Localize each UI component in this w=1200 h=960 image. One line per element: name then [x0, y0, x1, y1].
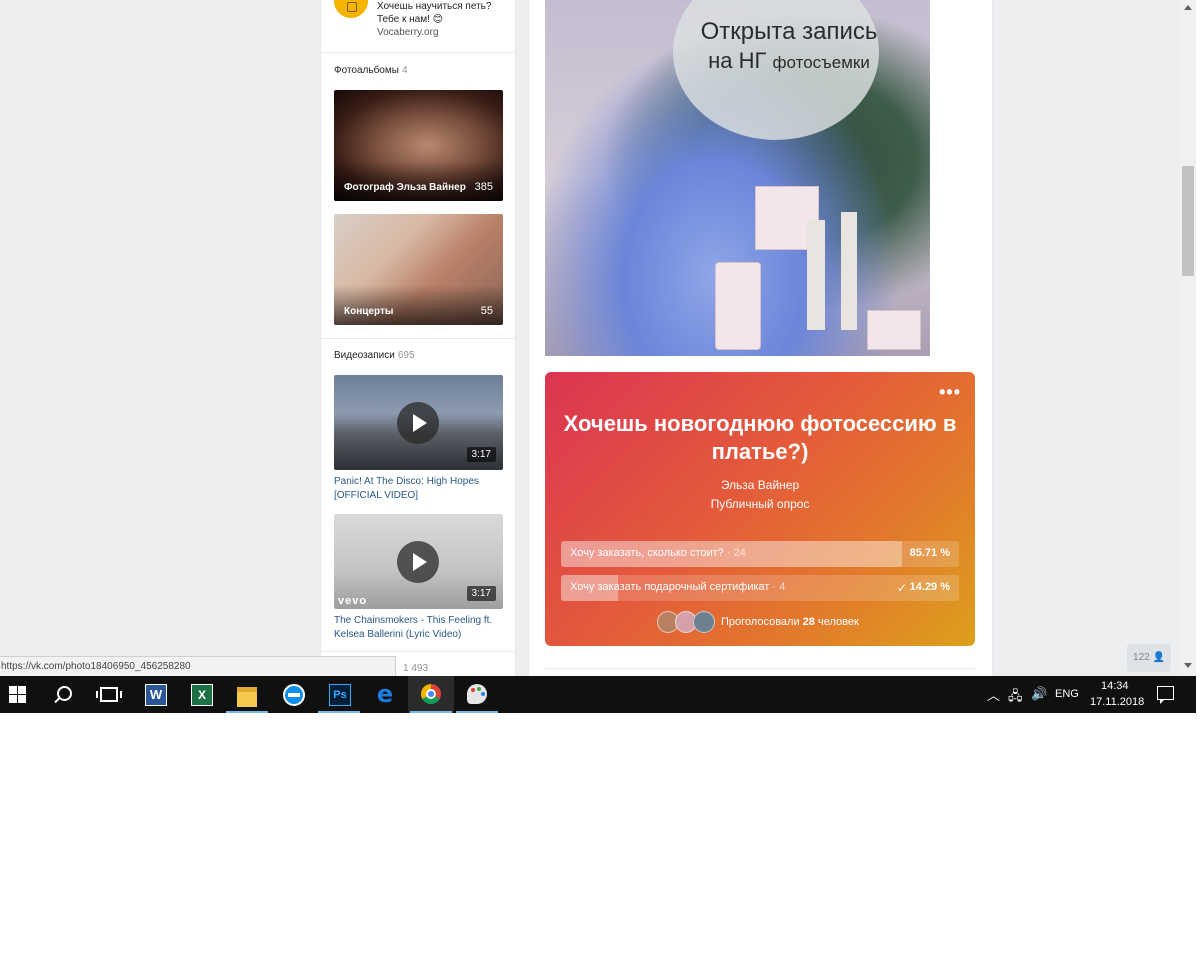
deer-figurine-decoration [807, 220, 825, 330]
divider [321, 338, 515, 339]
taskbar-app-photoshop[interactable]: Ps [316, 676, 362, 713]
poll-option-label: Хочу заказать подарочный сертификат · 4 [570, 581, 786, 593]
poll-option[interactable]: Хочу заказать, сколько стоит? · 24 85.71… [561, 541, 959, 567]
poll-option-votes: 4 [779, 581, 786, 593]
browser-viewport: Хочешь научиться петь? Тебе к нам! 😊 Voc… [0, 0, 1196, 713]
taskbar-app-word[interactable]: W [132, 676, 178, 713]
taskbar-app-paint[interactable] [454, 676, 500, 713]
album-photographer[interactable]: Фотограф Эльза Вайнер 385 [334, 90, 503, 201]
poll-author[interactable]: Эльза Вайнер [545, 478, 975, 492]
poll-card: ••• Хочешь новогоднюю фотосессию в плать… [545, 372, 975, 646]
video-duration: 3:17 [466, 447, 496, 462]
album-name: Фотограф Эльза Вайнер [344, 182, 466, 193]
divider [321, 52, 515, 53]
windows-taskbar: W X Ps e ︿ 🖧 🔊 ENG 14:34 17.11.2018 [0, 676, 1196, 713]
excel-icon: X [191, 684, 213, 706]
scroll-down-arrow-icon[interactable] [1184, 663, 1192, 668]
vevo-watermark: vevo [338, 595, 368, 607]
online-counter-badge[interactable]: 122 👤 [1127, 644, 1171, 672]
volume-icon[interactable]: 🔊 [1031, 687, 1047, 702]
search-icon [57, 686, 72, 701]
more-options-icon[interactable]: ••• [939, 382, 961, 403]
poll-option-percent: 85.71 % [909, 547, 950, 559]
ad-link[interactable]: Vocaberry.org [377, 26, 507, 39]
person-icon: 👤 [1152, 652, 1165, 663]
videos-title: Видеозаписи [334, 350, 395, 361]
photo-caption-line1: Открыта запись [700, 18, 878, 45]
task-view-button[interactable] [84, 676, 130, 713]
poll-option[interactable]: Хочу заказать подарочный сертификат · 4 … [561, 575, 959, 601]
ad-line2[interactable]: Тебе к нам! 😊 [377, 13, 507, 26]
videos-header[interactable]: Видеозаписи 695 [334, 350, 415, 361]
hatbox-decoration [715, 262, 761, 350]
taskbar-app-teamviewer[interactable] [270, 676, 316, 713]
taskbar-app-file-explorer[interactable] [224, 676, 270, 713]
action-center-icon[interactable] [1157, 686, 1174, 704]
community-sidebar: Хочешь научиться петь? Тебе к нам! 😊 Voc… [320, 0, 516, 676]
wall-feed: Открыта запись на НГ фотосъемки ••• Хоче… [528, 0, 993, 676]
taskbar-app-excel[interactable]: X [178, 676, 224, 713]
albums-header[interactable]: Фотоальбомы 4 [334, 65, 408, 76]
poll-option-percent: 14.29 % [909, 581, 950, 593]
post-divider [545, 668, 975, 669]
poll-type: Публичный опрос [710, 497, 810, 511]
voted-summary[interactable]: Проголосовали 28 человек [721, 616, 859, 628]
album-count: 55 [480, 305, 493, 317]
play-icon[interactable] [397, 541, 439, 583]
scroll-up-arrow-icon[interactable] [1184, 5, 1192, 10]
windows-logo-icon [9, 686, 26, 703]
smile-emoji-icon: 😊 [432, 14, 444, 25]
voted-count: 28 [802, 616, 815, 628]
album-count: 385 [474, 181, 493, 193]
poll-title: Хочешь новогоднюю фотосессию в платье?) [563, 411, 957, 464]
videos-count: 695 [397, 350, 415, 361]
photo-caption-big: на НГ [708, 48, 767, 73]
video-duration: 3:17 [466, 586, 496, 601]
video-thumbnail[interactable]: 3:17 [334, 375, 503, 470]
chrome-icon [421, 684, 441, 704]
folder-icon [237, 687, 257, 707]
input-language[interactable]: ENG [1055, 688, 1079, 700]
album-name: Концерты [344, 306, 394, 317]
albums-title: Фотоальбомы [334, 65, 399, 76]
scrollbar-thumb[interactable] [1182, 166, 1194, 276]
paint-palette-icon [467, 684, 487, 704]
checkmark-icon: ✓ [896, 581, 907, 595]
taskbar-app-chrome[interactable] [408, 676, 454, 713]
page-scrollbar[interactable] [1180, 0, 1196, 676]
album-concerts[interactable]: Концерты 55 [334, 214, 503, 325]
play-icon[interactable] [397, 402, 439, 444]
video-title-link[interactable]: Panic! At The Disco: High Hopes [OFFICIA… [334, 475, 506, 503]
clock-time[interactable]: 14:34 [1101, 680, 1129, 692]
avatar[interactable] [693, 611, 715, 633]
photo-caption-line2: на НГ фотосъемки [691, 48, 887, 74]
photo-caption-small: фотосъемки [772, 53, 870, 72]
deer-figurine-decoration [841, 212, 857, 330]
video-title-link[interactable]: The Chainsmokers - This Feeling ft. Kels… [334, 614, 506, 642]
album-shade [334, 285, 503, 325]
word-icon: W [145, 684, 167, 706]
network-icon[interactable]: 🖧 [1008, 687, 1023, 709]
edge-icon: e [376, 680, 394, 708]
poll-option-votes: 24 [733, 547, 746, 559]
albums-count: 4 [401, 65, 408, 76]
search-button[interactable] [40, 676, 86, 713]
teamviewer-icon [283, 684, 305, 706]
taskbar-app-edge[interactable]: e [362, 676, 408, 713]
photoshop-icon: Ps [329, 684, 351, 706]
link-status-bar: https://vk.com/photo18406950_456258280 [0, 656, 396, 676]
divider [321, 651, 515, 652]
partially-hidden-section-count: 1 493 [403, 663, 429, 674]
show-hidden-icons-chevron-icon[interactable]: ︿ [987, 685, 1000, 704]
post-photo[interactable]: Открыта запись на НГ фотосъемки [545, 0, 930, 356]
task-view-icon [96, 687, 122, 702]
video-thumbnail[interactable]: vevo 3:17 [334, 514, 503, 609]
poll-option-label: Хочу заказать, сколько стоит? · 24 [570, 547, 746, 559]
ad-line1[interactable]: Хочешь научиться петь? [377, 0, 507, 13]
gift-box-decoration [867, 310, 921, 350]
ad-logo-icon[interactable] [334, 0, 368, 18]
clock-date[interactable]: 17.11.2018 [1090, 696, 1144, 708]
